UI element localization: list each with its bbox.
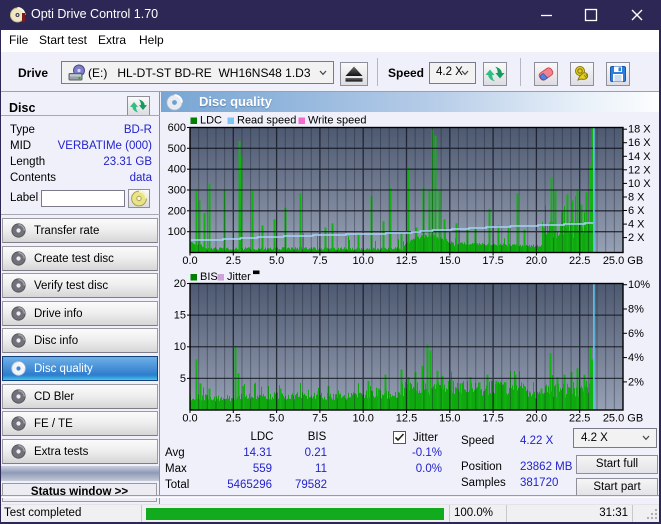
svg-text:16 X: 16 X bbox=[628, 137, 651, 149]
svg-text:Jitter: Jitter bbox=[227, 271, 251, 283]
svg-text:5.0: 5.0 bbox=[269, 255, 284, 267]
svg-text:25.0 GB: 25.0 GB bbox=[603, 255, 643, 267]
svg-text:4%: 4% bbox=[628, 352, 644, 364]
svg-text:5.0: 5.0 bbox=[269, 413, 284, 425]
svg-text:500: 500 bbox=[168, 143, 186, 155]
svg-text:12 X: 12 X bbox=[628, 164, 651, 176]
svg-text:7.5: 7.5 bbox=[312, 255, 327, 267]
svg-text:10.0: 10.0 bbox=[352, 413, 373, 425]
svg-text:2%: 2% bbox=[628, 376, 644, 388]
svg-text:5: 5 bbox=[180, 373, 186, 385]
svg-text:15.0: 15.0 bbox=[439, 255, 460, 267]
svg-text:20: 20 bbox=[174, 278, 186, 290]
svg-text:Write speed: Write speed bbox=[308, 115, 367, 127]
svg-text:25.0 GB: 25.0 GB bbox=[603, 413, 643, 425]
svg-text:LDC: LDC bbox=[200, 115, 222, 127]
svg-text:BIS: BIS bbox=[200, 271, 218, 283]
svg-text:2.5: 2.5 bbox=[226, 255, 241, 267]
svg-text:7.5: 7.5 bbox=[312, 413, 327, 425]
svg-text:6 X: 6 X bbox=[628, 205, 645, 217]
svg-text:14 X: 14 X bbox=[628, 151, 651, 163]
svg-text:12.5: 12.5 bbox=[396, 413, 417, 425]
svg-text:600: 600 bbox=[168, 122, 186, 134]
svg-text:8 X: 8 X bbox=[628, 192, 645, 204]
svg-text:20.0: 20.0 bbox=[526, 413, 547, 425]
svg-text:4 X: 4 X bbox=[628, 219, 645, 231]
svg-text:10 X: 10 X bbox=[628, 178, 651, 190]
svg-text:0.0: 0.0 bbox=[182, 413, 197, 425]
svg-text:2.5: 2.5 bbox=[226, 413, 241, 425]
svg-text:300: 300 bbox=[168, 185, 186, 197]
svg-text:0.0: 0.0 bbox=[182, 255, 197, 267]
svg-text:15.0: 15.0 bbox=[439, 413, 460, 425]
svg-text:100: 100 bbox=[168, 226, 186, 238]
svg-text:6%: 6% bbox=[628, 328, 644, 340]
svg-text:22.5: 22.5 bbox=[569, 413, 590, 425]
svg-text:Read speed: Read speed bbox=[237, 115, 296, 127]
svg-text:200: 200 bbox=[168, 205, 186, 217]
svg-text:2 X: 2 X bbox=[628, 232, 645, 244]
svg-text:17.5: 17.5 bbox=[482, 255, 503, 267]
svg-text:10%: 10% bbox=[628, 279, 650, 291]
svg-text:400: 400 bbox=[168, 164, 186, 176]
svg-text:22.5: 22.5 bbox=[569, 255, 590, 267]
svg-text:17.5: 17.5 bbox=[482, 413, 503, 425]
svg-text:10.0: 10.0 bbox=[352, 255, 373, 267]
svg-text:18 X: 18 X bbox=[628, 124, 651, 136]
svg-text:12.5: 12.5 bbox=[396, 255, 417, 267]
svg-text:8%: 8% bbox=[628, 304, 644, 316]
svg-text:20.0: 20.0 bbox=[526, 255, 547, 267]
svg-text:15: 15 bbox=[174, 310, 186, 322]
svg-text:10: 10 bbox=[174, 341, 186, 353]
